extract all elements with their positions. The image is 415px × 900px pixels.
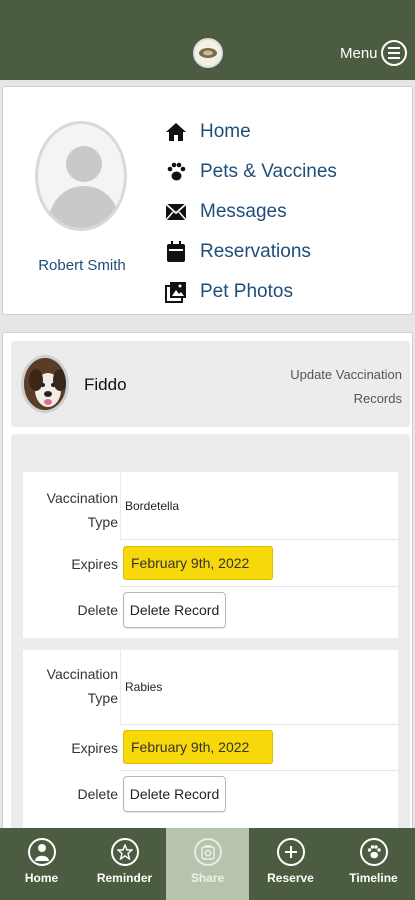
top-bar: Menu (0, 0, 415, 80)
row-divider (120, 770, 398, 771)
pet-header: Fiddo Update Vaccination Records (11, 341, 410, 427)
tab-share[interactable]: Share (166, 828, 249, 900)
tab-reserve[interactable]: Reserve (249, 828, 332, 900)
expiry-date-field[interactable]: February 9th, 2022 (123, 546, 273, 580)
bottom-nav: Home Reminder Share Reserve Timeline (0, 828, 415, 900)
vaccination-records: Vaccination Type Bordetella Expires Febr… (11, 434, 410, 850)
tab-label: Reserve (267, 871, 314, 885)
nav-label: Pets & Vaccines (200, 161, 337, 182)
profile-nav: Home Pets & Vaccines Messages Reservatio… (163, 112, 337, 312)
expires-label: Expires (71, 556, 118, 572)
update-vaccination-link[interactable]: Update Vaccination Records (272, 363, 402, 411)
pet-name: Fiddo (84, 375, 127, 394)
row-divider (120, 539, 398, 540)
user-circle-icon (27, 838, 56, 866)
pet-panel: Fiddo Update Vaccination Records Vaccina… (2, 332, 413, 850)
tab-home[interactable]: Home (0, 828, 83, 900)
nav-pets-vaccines[interactable]: Pets & Vaccines (163, 152, 337, 192)
nav-label: Home (200, 121, 251, 142)
vaccination-type-cell: Bordetella (120, 472, 398, 539)
nav-home[interactable]: Home (163, 112, 337, 152)
row-divider (120, 724, 398, 725)
tab-timeline[interactable]: Timeline (332, 828, 415, 900)
photos-icon (163, 279, 189, 305)
camera-icon (193, 838, 222, 866)
envelope-icon (163, 199, 189, 225)
brand-logo[interactable] (193, 38, 223, 68)
nav-messages[interactable]: Messages (163, 192, 337, 232)
vaccination-type-value: Bordetella (125, 499, 180, 513)
delete-record-button[interactable]: Delete Record (123, 592, 226, 628)
vaccination-record: Vaccination Type Rabies Expires February… (23, 650, 398, 850)
nav-reservations[interactable]: Reservations (163, 232, 337, 272)
profile-card: Robert Smith Home Pets & Vaccines Messag… (2, 86, 413, 315)
vaccination-type-value: Rabies (125, 680, 163, 694)
menu-icon[interactable] (381, 40, 407, 66)
nav-label: Messages (200, 201, 287, 222)
tab-label: Timeline (349, 871, 398, 885)
paw-icon (163, 159, 189, 185)
paw-icon (359, 838, 388, 866)
vaccination-type-label: Vaccination Type (46, 490, 118, 530)
plus-icon (276, 838, 305, 866)
vaccination-type-label: Vaccination Type (46, 666, 118, 706)
nav-label: Reservations (200, 241, 311, 262)
pet-avatar[interactable] (21, 355, 69, 413)
home-icon (163, 119, 189, 145)
calendar-icon (163, 239, 189, 265)
nav-pet-photos[interactable]: Pet Photos (163, 272, 337, 312)
delete-label: Delete (77, 786, 118, 802)
expiry-date-field[interactable]: February 9th, 2022 (123, 730, 273, 764)
tab-label: Home (24, 871, 59, 885)
tab-label: Reminder (96, 871, 153, 885)
delete-label: Delete (77, 602, 118, 618)
nav-label: Pet Photos (200, 281, 293, 302)
vaccination-type-cell: Rabies (120, 650, 398, 724)
tab-reminder[interactable]: Reminder (83, 828, 166, 900)
tab-label: Share (190, 871, 225, 885)
delete-record-button[interactable]: Delete Record (123, 776, 226, 812)
menu-label[interactable]: Menu (340, 45, 378, 62)
vaccination-record: Vaccination Type Bordetella Expires Febr… (23, 472, 398, 638)
user-name[interactable]: Robert Smith (23, 257, 141, 274)
expires-label: Expires (71, 740, 118, 756)
record-divider (23, 638, 398, 650)
user-avatar (35, 121, 127, 231)
star-icon (110, 838, 139, 866)
row-divider (120, 586, 398, 587)
